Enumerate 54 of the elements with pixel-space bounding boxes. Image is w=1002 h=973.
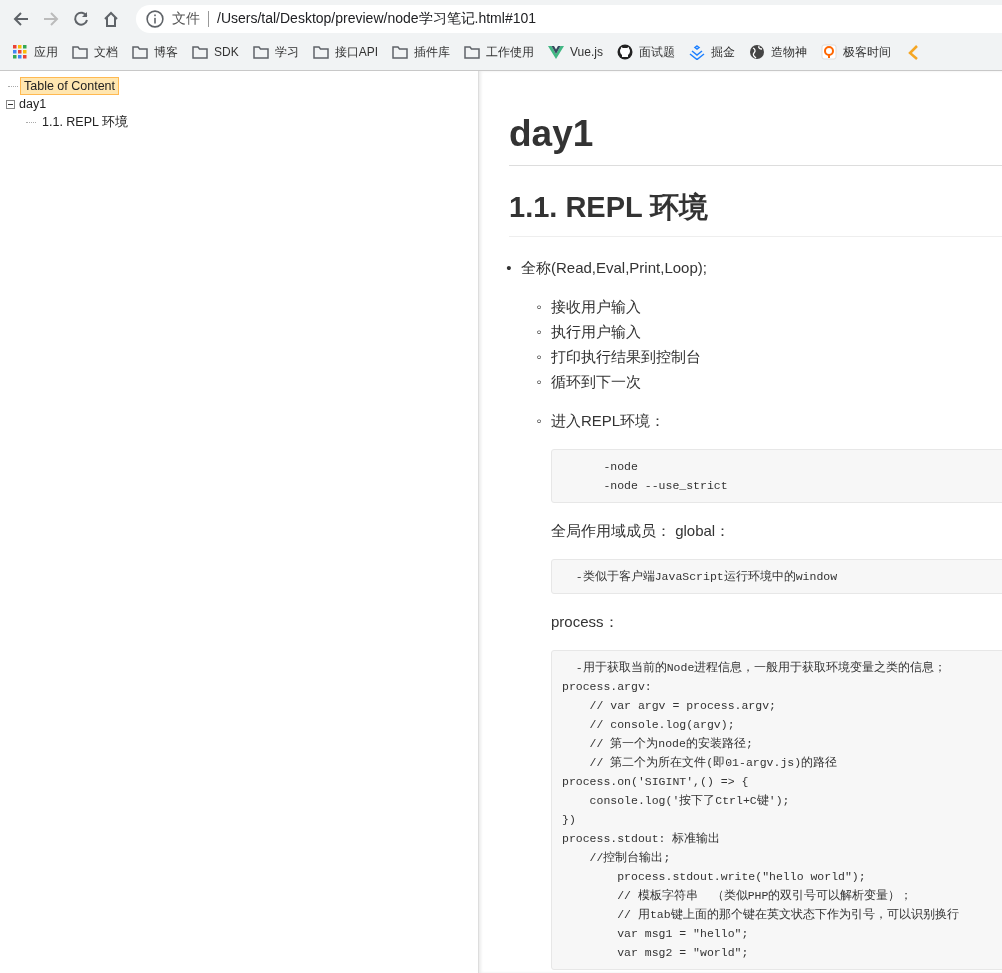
list-item: 打印执行结果到控制台 (551, 348, 701, 365)
bullet: ◦ (535, 347, 543, 367)
bullet: ◦ (535, 372, 543, 392)
bullet: • (505, 258, 513, 278)
code-line: // 第一个为node的安装路径; (588, 736, 754, 752)
list-item: 循环到下一次 (551, 373, 641, 390)
bookmark-item[interactable]: 工作使用 (464, 40, 539, 64)
bookmark-item[interactable]: 文档 (72, 40, 122, 64)
page-heading: day1 (509, 71, 1002, 166)
url-text[interactable]: /Users/tal/Desktop/preview/node学习笔记.html#101 (217, 10, 537, 28)
toc-root[interactable]: Table of Content (20, 77, 120, 95)
code-line: -node --use_strict (602, 478, 729, 494)
list-item: 执行用户输入 (551, 323, 641, 340)
bookmark-item[interactable]: 学习 (252, 40, 303, 64)
code-line: // var argv = process.argv; (588, 698, 777, 714)
code-line: process.stdout.write("hello world"); (616, 869, 867, 885)
bookmark-item[interactable]: 应用 (12, 40, 62, 64)
code-line: -node (602, 459, 639, 475)
bookmark-item[interactable]: 插件库 (392, 40, 455, 64)
address-bar[interactable]: 文件 /Users/tal/Desktop/preview/node学习笔记.html#101 (136, 5, 1002, 33)
code-line: }) (562, 812, 577, 828)
code-line: var msg2 = "world"; (616, 945, 750, 961)
code-line: console.log('按下了Ctrl+C键'); (588, 793, 791, 809)
code-line: //控制台输出; (588, 850, 672, 866)
code-line: process.stdout: 标准输出 (562, 831, 722, 847)
code-line: -用于获取当前的Node进程信息，一般用于获取环境变量之类的信息； (574, 660, 948, 676)
code-line: // 第二个为所在文件(即01-argv.js)的路径 (588, 755, 839, 771)
bullet: ◦ (535, 411, 543, 431)
toc-item[interactable]: 1.1. REPL 环境 (38, 111, 132, 133)
toc-item[interactable]: day1 (15, 95, 51, 113)
code-line: // console.log(argv); (588, 717, 736, 733)
bullet: ◦ (535, 322, 543, 342)
code-line: var msg1 = "hello"; (616, 926, 750, 942)
list-item: 全称(Read,Eval,Print,Loop); (521, 259, 707, 276)
bookmark-item[interactable]: 接口API (312, 40, 383, 64)
bookmark-item[interactable]: SDK (192, 41, 243, 63)
code-line: process.on('SIGINT',() => { (562, 774, 750, 790)
bullet: ◦ (535, 297, 543, 317)
scheme-label: 文件 (172, 10, 200, 28)
list-item: 接收用户输入 (551, 298, 641, 315)
code-line: // 用tab键上面的那个键在英文状态下作为引号，可以识别换行 (616, 907, 960, 923)
bookmark-item[interactable]: 极客时间 (820, 40, 895, 64)
paragraph: process： (551, 612, 620, 632)
code-line: process.argv: (562, 679, 653, 695)
bookmark-item[interactable]: 掘金 (688, 40, 739, 64)
bookmark-item[interactable]: 面试题 (616, 40, 679, 64)
bookmark-item[interactable]: Vue.js (548, 41, 607, 63)
bookmark-item[interactable]: 博客 (132, 40, 182, 64)
paragraph: 全局作用域成员： global： (551, 521, 732, 541)
bookmark-item[interactable]: 造物神 (748, 40, 811, 64)
list-item: 进入REPL环境： (551, 412, 666, 429)
code-line: -类似于客户端JavaScript运行环境中的window (574, 569, 839, 585)
section-heading: 1.1. REPL 环境 (509, 188, 1002, 237)
code-line: // 模板字符串 （类似PHP的双引号可以解析变量）； (616, 888, 914, 904)
